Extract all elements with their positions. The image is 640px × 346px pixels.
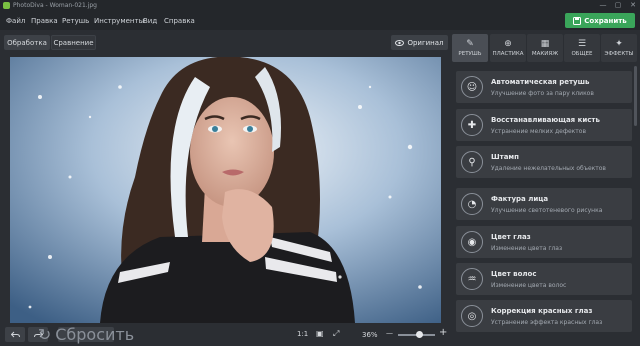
original-button[interactable]: Оригинал (391, 35, 448, 50)
makeup-icon: ▦ (540, 39, 550, 49)
tool-subtitle: Улучшение светотеневого рисунка (491, 207, 603, 214)
menu-retouch[interactable]: Ретушь (62, 17, 89, 25)
app-logo-icon (3, 2, 10, 9)
menu-edit[interactable]: Правка (31, 17, 58, 25)
menu-file[interactable]: Файл (6, 17, 25, 25)
undo-button[interactable] (5, 327, 25, 342)
tab-compare[interactable]: Сравнение (51, 35, 96, 50)
face-texture-icon: ◔ (461, 193, 483, 215)
menu-help[interactable]: Справка (164, 17, 195, 25)
tab-effects-label: ЭФФЕКТЫ (604, 51, 634, 57)
tool-hair-color[interactable]: ♒ Цвет волос Изменение цвета волос (456, 263, 632, 295)
tool-title: Цвет глаз (491, 233, 531, 241)
red-eye-icon: ◎ (461, 305, 483, 327)
tool-title: Коррекция красных глаз (491, 307, 593, 315)
menu-view[interactable]: Вид (143, 17, 157, 25)
tab-makeup[interactable]: ▦ МАКИЯЖ (527, 34, 563, 62)
zoom-out-button[interactable]: — (386, 329, 393, 337)
tool-subtitle: Изменение цвета волос (491, 282, 567, 289)
tab-liquify-label: ПЛАСТИКА (492, 51, 524, 57)
minimize-button[interactable]: — (596, 1, 610, 9)
ratio-1-1-button[interactable]: 1:1 (297, 330, 308, 338)
tool-eye-color[interactable]: ◉ Цвет глаз Изменение цвета глаз (456, 226, 632, 258)
retouch-tools-panel: ☺ Автоматическая ретушь Улучшение фото з… (452, 66, 638, 346)
tab-general[interactable]: ☰ ОБЩЕЕ (564, 34, 600, 62)
healing-brush-icon: ✚ (461, 114, 483, 136)
window-title: PhotoDiva - Woman-021.jpg (13, 2, 97, 9)
eye-color-icon: ◉ (461, 231, 483, 253)
tab-makeup-label: МАКИЯЖ (531, 51, 559, 57)
tool-title: Цвет волос (491, 270, 537, 278)
tool-subtitle: Удаление нежелательных объектов (491, 165, 606, 172)
tool-stamp[interactable]: ⚲ Штамп Удаление нежелательных объектов (456, 146, 632, 178)
tool-red-eye[interactable]: ◎ Коррекция красных глаз Устранение эффе… (456, 300, 632, 332)
tab-retouch[interactable]: ✎ РЕТУШЬ (452, 34, 488, 62)
tool-subtitle: Изменение цвета глаз (491, 245, 563, 252)
title-bar: PhotoDiva - Woman-021.jpg — ▢ ✕ (0, 0, 640, 12)
tool-title: Штамп (491, 153, 519, 161)
auto-retouch-icon: ☺ (461, 76, 483, 98)
panel-scrollbar[interactable] (634, 66, 637, 126)
original-label: Оригинал (407, 38, 444, 47)
tool-title: Восстанавливающая кисть (491, 116, 600, 124)
close-button[interactable]: ✕ (626, 1, 640, 9)
portrait-photo (10, 57, 441, 323)
tool-title: Автоматическая ретушь (491, 78, 590, 86)
tool-auto-retouch[interactable]: ☺ Автоматическая ретушь Улучшение фото з… (456, 71, 632, 103)
liquify-icon: ⊕ (504, 39, 512, 49)
hair-color-icon: ♒ (461, 268, 483, 290)
tool-subtitle: Улучшение фото за пару кликов (491, 90, 594, 97)
tool-face-texture[interactable]: ◔ Фактура лица Улучшение светотеневого р… (456, 188, 632, 220)
tool-healing-brush[interactable]: ✚ Восстанавливающая кисть Устранение мел… (456, 109, 632, 141)
tab-retouch-label: РЕТУШЬ (458, 51, 482, 57)
eye-icon (395, 39, 405, 46)
tab-edit[interactable]: Обработка (4, 35, 50, 50)
reset-button[interactable]: ↻ Сбросить (38, 325, 134, 344)
tool-subtitle: Устранение эффекта красных глаз (491, 319, 603, 326)
sliders-icon: ☰ (577, 39, 587, 49)
menu-tools[interactable]: Инструменты (94, 17, 144, 25)
retouch-brush-icon: ✎ (466, 39, 474, 49)
save-button[interactable]: Сохранить (565, 13, 635, 28)
tab-effects[interactable]: ✦ ЭФФЕКТЫ (601, 34, 637, 62)
undo-icon (10, 331, 20, 338)
zoom-slider-handle[interactable] (416, 331, 423, 338)
tab-general-label: ОБЩЕЕ (571, 51, 593, 57)
zoom-level: 36% (362, 331, 378, 339)
fit-to-screen-icon[interactable]: ▣ (316, 329, 324, 338)
stamp-icon: ⚲ (461, 151, 483, 173)
reset-icon: ↻ (37, 325, 52, 344)
effects-icon: ✦ (615, 39, 623, 49)
save-label: Сохранить (584, 16, 627, 25)
menu-bar: Файл Правка Ретушь Инструменты Вид Справ… (0, 12, 640, 30)
maximize-button[interactable]: ▢ (611, 1, 625, 9)
save-icon (573, 16, 582, 25)
reset-label: Сбросить (55, 325, 135, 344)
tab-liquify[interactable]: ⊕ ПЛАСТИКА (490, 34, 526, 62)
tool-title: Фактура лица (491, 195, 549, 203)
fullscreen-icon[interactable]: ⤢ (333, 329, 339, 339)
zoom-in-button[interactable]: + (439, 327, 447, 338)
photo-canvas[interactable] (10, 57, 441, 323)
tool-subtitle: Устранение мелких дефектов (491, 128, 586, 135)
